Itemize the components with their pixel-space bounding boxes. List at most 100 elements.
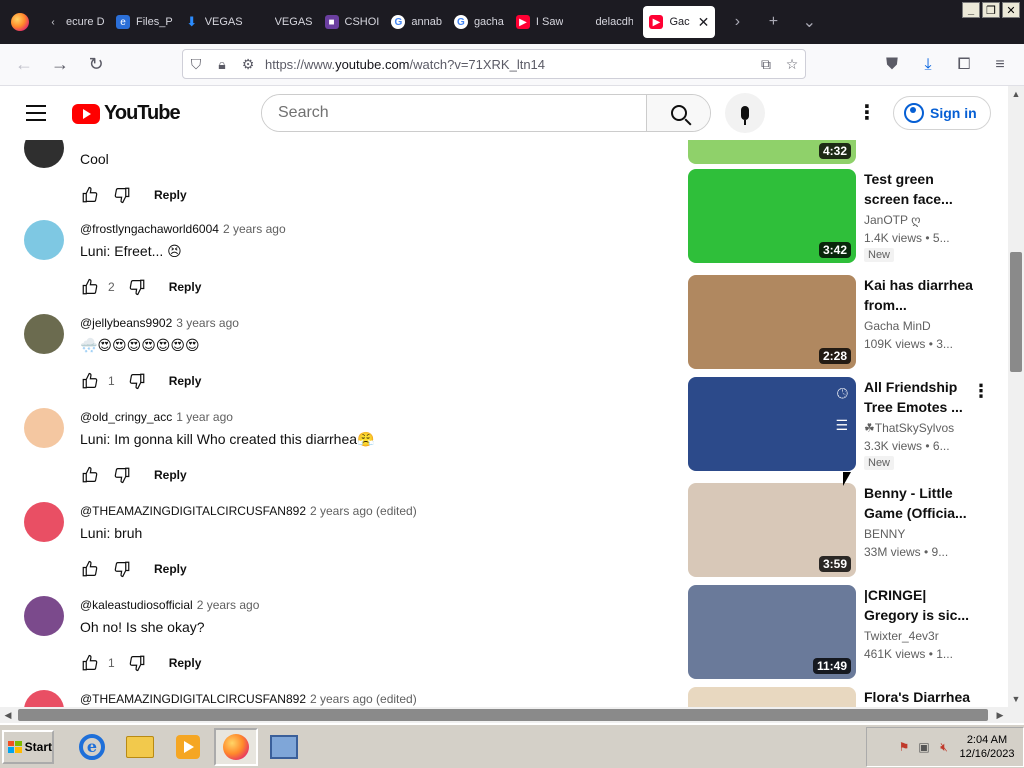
reload-icon[interactable]: ↻ (78, 54, 114, 75)
video-channel[interactable]: Gacha MinD (864, 319, 974, 333)
scroll-left-icon[interactable]: ◀ (0, 707, 16, 723)
avatar[interactable] (24, 596, 64, 636)
reply-button[interactable]: Reply (144, 556, 197, 582)
comment-author[interactable]: @jellybeans9902 (80, 316, 172, 330)
related-video[interactable]: 2:28 Kai has diarrhea from... Gacha MinD 10… (688, 275, 1008, 369)
tab-4[interactable]: ■ CSHOI (319, 6, 386, 38)
sign-in-button[interactable]: Sign in (893, 96, 991, 130)
tray-volume-icon[interactable]: 🔇︎ (937, 740, 951, 754)
network-app-icon[interactable] (262, 728, 306, 766)
comment-author[interactable]: @THEAMAZINGDIGITALCIRCUSFAN892 (80, 504, 306, 518)
like-icon[interactable] (80, 465, 100, 485)
video-title[interactable]: Benny - Little Game (Officia... (864, 483, 974, 523)
vertical-scroll-thumb[interactable] (1010, 252, 1022, 372)
restore-button[interactable]: ❐ (982, 2, 1000, 18)
avatar[interactable] (24, 220, 64, 260)
video-channel[interactable]: ☘ThatSkySylvos (864, 421, 974, 435)
tab-7[interactable]: ▶ I Saw (510, 6, 570, 38)
youtube-logo[interactable]: YouTube (72, 102, 181, 125)
forward-arrow-icon[interactable]: → (42, 54, 78, 75)
comment-time[interactable]: 2 years ago (edited) (310, 692, 417, 706)
tab-3[interactable]: VEGAS (249, 6, 319, 38)
voice-search-button[interactable] (725, 93, 765, 133)
reply-button[interactable]: Reply (159, 368, 212, 394)
avatar[interactable] (24, 314, 64, 354)
tab-6[interactable]: Ggacha (448, 6, 510, 38)
video-thumbnail[interactable]: 3:59 (688, 483, 856, 577)
internet-explorer-icon[interactable]: e (70, 728, 114, 766)
new-tab-icon[interactable]: + (755, 13, 791, 31)
back-arrow-icon[interactable]: ← (6, 54, 42, 75)
reply-button[interactable]: Reply (159, 274, 212, 300)
video-title[interactable]: Kai has diarrhea from... (864, 275, 974, 315)
dislike-icon[interactable] (127, 277, 147, 297)
comment-time[interactable]: 2 years ago (edited) (310, 504, 417, 518)
reply-button[interactable]: Reply (144, 462, 197, 488)
related-video[interactable]: 🕓︎ ☰ All Friendship Tree Emotes ... ☘ThatSk… (688, 377, 1008, 471)
reply-button[interactable]: Reply (159, 650, 212, 676)
watch-later-icon[interactable]: 🕓︎ (837, 385, 848, 402)
dislike-icon[interactable] (127, 371, 147, 391)
comment-time[interactable]: 3 years ago (176, 316, 239, 330)
tray-network-icon[interactable]: ▣ (917, 740, 931, 754)
video-thumbnail[interactable] (688, 687, 856, 707)
video-channel[interactable]: Twixter_4ev3r (864, 629, 974, 643)
permissions-icon[interactable]: ⚙ (235, 56, 261, 73)
video-thumbnail[interactable]: 4:32 (688, 140, 856, 164)
like-icon[interactable] (80, 371, 100, 391)
avatar[interactable] (24, 502, 64, 542)
vertical-scrollbar[interactable]: ▲ ▼ (1008, 86, 1024, 707)
scroll-right-icon[interactable]: ▶ (992, 707, 1008, 723)
comment-author[interactable]: @THEAMAZINGDIGITALCIRCUSFAN892 (80, 692, 306, 706)
video-channel[interactable]: JanOTP ღ (864, 213, 974, 227)
comment-author[interactable]: @frostlyngachaworld6004 (80, 222, 219, 236)
file-explorer-icon[interactable] (118, 728, 162, 766)
url-text[interactable]: https://www.youtube.com/watch?v=71XRK_lt… (261, 57, 753, 72)
dislike-icon[interactable] (127, 653, 147, 673)
comment-author[interactable]: @kaleastudiosofficial (80, 598, 193, 612)
comment-time[interactable]: 1 year ago (176, 410, 233, 424)
video-thumbnail[interactable]: 3:42 (688, 169, 856, 263)
pocket-icon[interactable]: ⛊ (874, 56, 910, 74)
bookmark-star-icon[interactable]: ☆ (779, 56, 805, 73)
related-video[interactable]: 3:42 Test green screen face... JanOTP ღ 1.4… (688, 169, 1008, 263)
extensions-icon[interactable]: ⧠ (946, 56, 982, 74)
video-more-icon[interactable]: ⋮ (972, 381, 990, 402)
picture-in-picture-icon[interactable]: ⧉ (753, 56, 779, 73)
video-thumbnail[interactable]: 2:28 (688, 275, 856, 369)
related-video[interactable]: 11:49 |CRINGE| Gregory is sic... Twixter_4… (688, 585, 1008, 679)
tab-1[interactable]: e Files_P (110, 6, 179, 38)
dislike-icon[interactable] (112, 559, 132, 579)
video-title[interactable]: Test green screen face... (864, 169, 974, 209)
comment-time[interactable]: 2 years ago (197, 598, 260, 612)
dislike-icon[interactable] (112, 465, 132, 485)
video-thumbnail[interactable]: 🕓︎ ☰ (688, 377, 856, 471)
related-video[interactable]: 3:59 Benny - Little Game (Officia... BENNY… (688, 483, 1008, 577)
like-icon[interactable] (80, 559, 100, 579)
lock-icon[interactable]: 🔒︎ (209, 56, 235, 73)
tab-2[interactable]: ⬇ VEGAS (179, 6, 249, 38)
video-thumbnail[interactable]: 11:49 (688, 585, 856, 679)
shield-icon[interactable]: ⛉ (183, 56, 209, 73)
tab-8[interactable]: delacdh-99 (569, 6, 639, 38)
related-video[interactable]: Flora's Diarrhea (688, 687, 1008, 707)
scroll-tabs-right-icon[interactable]: › (719, 13, 755, 31)
dislike-icon[interactable] (112, 185, 132, 205)
avatar[interactable] (24, 140, 64, 168)
avatar[interactable] (24, 408, 64, 448)
video-title[interactable]: All Friendship Tree Emotes ... (864, 377, 974, 417)
media-player-icon[interactable] (166, 728, 210, 766)
tab-9[interactable]: ▶ Gac ✕ (643, 6, 716, 38)
like-icon[interactable] (80, 277, 100, 297)
app-menu-icon[interactable]: ≡ (982, 56, 1018, 74)
scroll-down-icon[interactable]: ▼ (1008, 691, 1024, 707)
close-tab-icon[interactable]: ✕ (698, 14, 710, 31)
tab-5[interactable]: Gannab (385, 6, 448, 38)
add-to-queue-icon[interactable]: ☰ (835, 417, 848, 434)
like-icon[interactable] (80, 185, 100, 205)
tab-0[interactable]: ‹ ecure Dov (40, 6, 110, 38)
search-input[interactable] (262, 95, 646, 131)
avatar[interactable] (24, 690, 64, 707)
horizontal-scroll-thumb[interactable] (18, 709, 988, 721)
reply-button[interactable]: Reply (144, 182, 197, 208)
